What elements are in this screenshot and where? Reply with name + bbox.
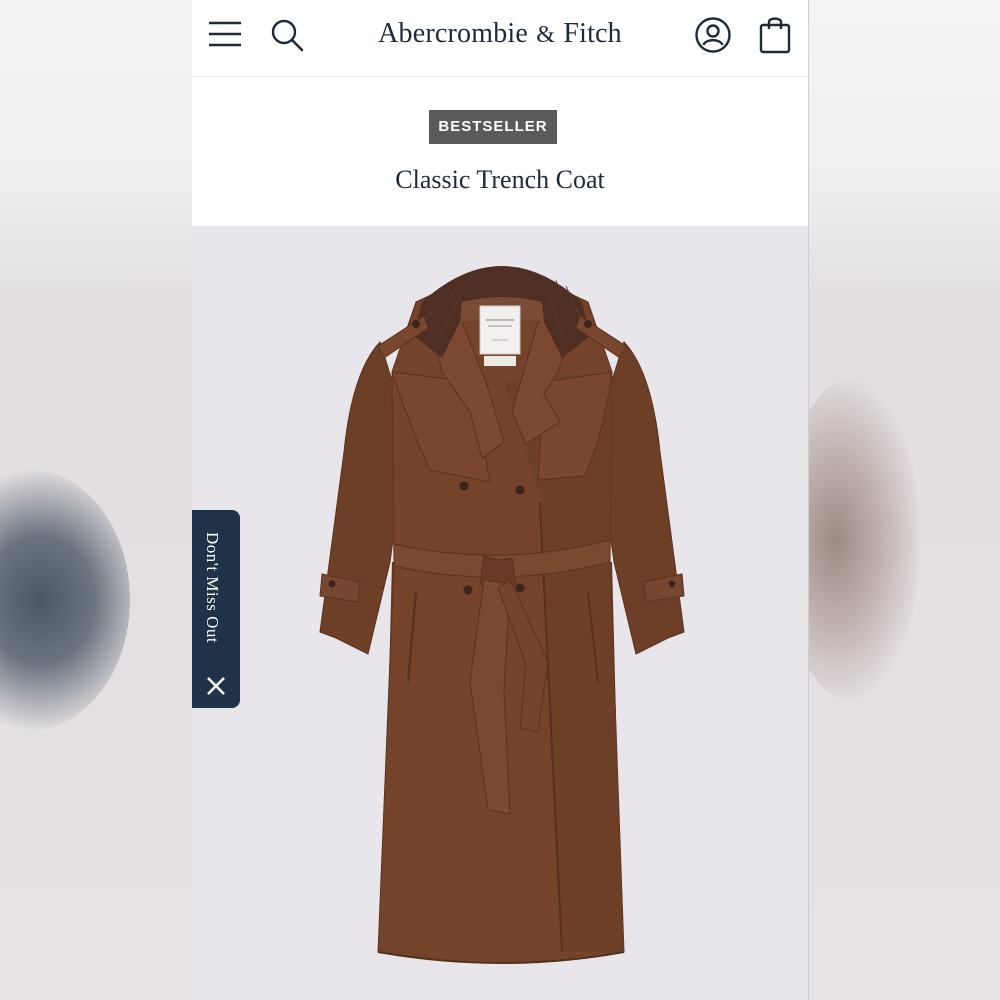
mobile-screen: Abercrombie & Fitch BESTSELLER Classic T… <box>192 0 809 1000</box>
top-navigation-bar: Abercrombie & Fitch <box>192 0 808 77</box>
coat-label <box>479 305 521 355</box>
product-image-area[interactable] <box>192 226 808 1000</box>
dont-miss-out-tab[interactable]: Don't Miss Out <box>192 510 240 708</box>
product-title-area: BESTSELLER Classic Trench Coat <box>192 77 808 225</box>
brand-logo-text-main: Abercrombie <box>378 18 529 49</box>
dont-miss-out-label[interactable]: Don't Miss Out <box>202 532 222 643</box>
account-icon[interactable] <box>694 16 732 54</box>
brand-logo-ampersand: & <box>536 22 556 48</box>
bestseller-badge: BESTSELLER <box>429 110 557 144</box>
close-icon[interactable] <box>206 676 226 696</box>
product-title: Classic Trench Coat <box>395 165 605 194</box>
brand-logo-text-end: Fitch <box>563 18 622 49</box>
trench-coat-image[interactable] <box>312 262 692 982</box>
shopping-bag-icon[interactable] <box>758 14 792 54</box>
